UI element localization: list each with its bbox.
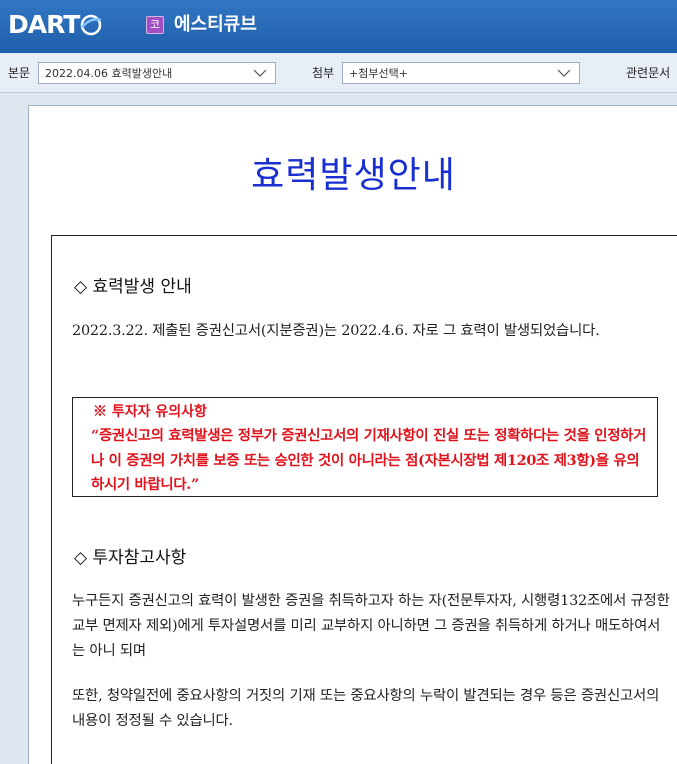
attach-label: 첨부 (312, 66, 335, 80)
body-select[interactable]: 2022.04.06 효력발생안내 (38, 62, 276, 84)
notice-box: ◇ 효력발생 안내 2022.3.22. 제출된 증권신고서(지분증권)는 20… (51, 235, 677, 764)
document-toolbar: 본문 2022.04.06 효력발생안내 첨부 +첨부선택+ 관련문서 (0, 53, 677, 93)
attach-select[interactable]: +첨부선택+ (342, 62, 580, 84)
reference-paragraph-1: 누구든지 증권신고의 효력이 발생한 증권을 취득하고자 하는 자(전문투자자,… (72, 593, 670, 659)
investor-warning-box: ※ 투자자 유의사항 “증권신고의 효력발생은 정부가 증권신고서의 기재사항이… (72, 397, 658, 497)
attach-select-value: +첨부선택+ (349, 67, 408, 80)
company-name[interactable]: 에스티큐브 (174, 13, 257, 37)
section-heading-effect: ◇ 효력발생 안내 (74, 277, 192, 297)
logo-swoosh-icon (80, 14, 102, 36)
section-heading-reference: ◇ 투자참고사항 (74, 548, 187, 568)
left-margin (0, 94, 28, 764)
top-header: DART 코 에스티큐브 (0, 0, 677, 53)
company-info: 코 에스티큐브 (146, 13, 257, 37)
body-label: 본문 (8, 66, 31, 80)
document-page: 효력발생안내 ◇ 효력발생 안내 2022.3.22. 제출된 증권신고서(지분… (28, 105, 677, 764)
dart-logo[interactable]: DART (8, 10, 102, 40)
chevron-down-icon (557, 69, 571, 77)
related-docs-label[interactable]: 관련문서 (626, 65, 670, 81)
warning-title: ※ 투자자 유의사항 (93, 404, 207, 420)
body-select-value: 2022.04.06 효력발생안내 (45, 67, 173, 80)
chevron-down-icon (253, 69, 267, 77)
warning-text: “증권신고의 효력발생은 정부가 증권신고서의 기재사항이 진실 또는 정확하다… (91, 427, 647, 493)
effect-paragraph: 2022.3.22. 제출된 증권신고서(지분증권)는 2022.4.6. 자로… (72, 323, 600, 339)
company-type-badge: 코 (146, 16, 164, 34)
document-title: 효력발생안내 (251, 155, 456, 196)
logo-text: DART (8, 10, 80, 39)
reference-paragraph-2: 또한, 청약일전에 중요사항의 거짓의 기재 또는 중요사항의 누락이 발견되는… (72, 688, 660, 729)
